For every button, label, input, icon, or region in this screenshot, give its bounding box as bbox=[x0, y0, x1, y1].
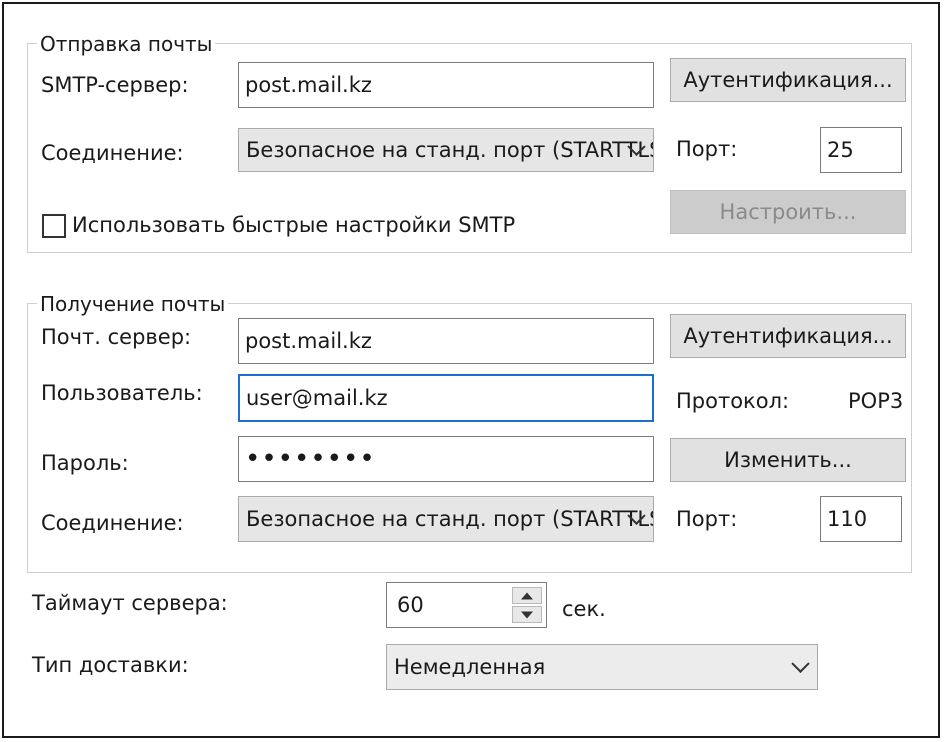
receive-server-label: Почт. сервер: bbox=[41, 325, 192, 349]
configure-button[interactable]: Настроить... bbox=[670, 190, 906, 234]
timeout-unit: сек. bbox=[562, 597, 606, 621]
send-mail-legend: Отправка почты bbox=[37, 32, 216, 56]
timeout-spinner[interactable]: 60 bbox=[386, 582, 547, 628]
mail-settings-panel: Отправка почты SMTP-сервер: post.mail.kz… bbox=[2, 2, 940, 738]
chevron-down-icon bbox=[791, 654, 810, 673]
user-label: Пользователь: bbox=[41, 381, 203, 405]
delivery-type-value: Немедленная bbox=[394, 655, 546, 679]
delivery-type-label: Тип доставки: bbox=[32, 653, 189, 677]
quick-smtp-label[interactable]: Использовать быстрые настройки SMTP bbox=[72, 212, 515, 238]
timeout-value: 60 bbox=[397, 593, 424, 617]
receive-port-input[interactable]: 110 bbox=[820, 496, 902, 542]
send-port-input[interactable]: 25 bbox=[820, 127, 902, 173]
timeout-label: Таймаут сервера: bbox=[32, 591, 228, 615]
receive-connection-select[interactable]: Безопасное на станд. порт (STARTTLS) bbox=[238, 496, 654, 542]
send-connection-label: Соединение: bbox=[41, 141, 184, 165]
delivery-type-select[interactable]: Немедленная bbox=[386, 644, 818, 690]
password-label: Пароль: bbox=[41, 451, 129, 475]
receive-port-label: Порт: bbox=[676, 507, 738, 531]
smtp-auth-button[interactable]: Аутентификация... bbox=[670, 58, 906, 102]
smtp-server-input[interactable]: post.mail.kz bbox=[238, 62, 654, 108]
quick-smtp-checkbox[interactable] bbox=[42, 214, 66, 238]
receive-auth-button[interactable]: Аутентификация... bbox=[670, 314, 906, 358]
smtp-server-label: SMTP-сервер: bbox=[41, 73, 189, 97]
spinner-arrows bbox=[512, 587, 542, 623]
send-port-label: Порт: bbox=[676, 137, 738, 161]
receive-connection-value: Безопасное на станд. порт (STARTTLS) bbox=[246, 507, 654, 531]
receive-connection-label: Соединение: bbox=[41, 511, 184, 535]
spinner-up-icon[interactable] bbox=[512, 587, 542, 604]
password-input[interactable]: •••••••• bbox=[238, 436, 654, 482]
send-connection-value: Безопасное на станд. порт (STARTTLS) bbox=[246, 138, 654, 162]
receive-server-input[interactable]: post.mail.kz bbox=[238, 318, 654, 364]
change-password-button[interactable]: Изменить... bbox=[670, 438, 906, 482]
protocol-value: POP3 bbox=[848, 389, 904, 413]
user-input[interactable]: user@mail.kz bbox=[238, 374, 654, 422]
send-connection-select[interactable]: Безопасное на станд. порт (STARTTLS) bbox=[238, 128, 654, 172]
protocol-label: Протокол: bbox=[676, 389, 790, 413]
receive-mail-legend: Получение почты bbox=[37, 292, 229, 316]
spinner-down-icon[interactable] bbox=[512, 606, 542, 623]
